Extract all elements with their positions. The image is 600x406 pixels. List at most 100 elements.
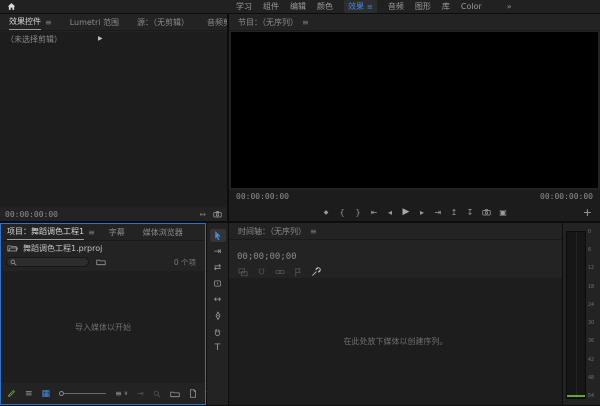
comparison-view-icon[interactable]: ▣ (499, 208, 507, 217)
search-box[interactable] (6, 257, 89, 267)
meter-label: 12 (588, 266, 597, 271)
search-input[interactable] (19, 258, 83, 266)
meter-label: 24 (588, 302, 597, 307)
tab-audio-clip-mixer[interactable]: 音频剪辑混合器 (198, 14, 227, 30)
go-to-in-icon[interactable]: ⇤ (370, 208, 378, 217)
step-back-icon[interactable]: ◂ (386, 208, 394, 217)
audio-meter-bars[interactable] (566, 231, 586, 399)
timeline-timecode[interactable]: 00;00;00;00 (237, 252, 297, 262)
program-timecode-row: 00:00:00:00 00:00:00:00 (229, 190, 600, 203)
workspace-tabs: 学习 组件 编辑 颜色 效果 ≡ 音频 图形 库 Color » (236, 0, 512, 13)
razor-tool[interactable] (210, 277, 226, 290)
ripple-edit-tool[interactable]: ⇄ (210, 261, 226, 274)
tab-program-monitor[interactable]: 节目：（无序列） ≡ (229, 14, 318, 30)
audio-meter-scale: 0 6 12 18 24 30 36 42 48 54 (588, 229, 599, 399)
mark-in-icon[interactable]: { (338, 208, 346, 217)
workspace-tab-assembly[interactable]: 组件 (263, 1, 279, 12)
program-video-area[interactable] (231, 32, 598, 188)
workspace-tab-graphics[interactable]: 图形 (415, 1, 431, 12)
tab-media-browser[interactable]: 媒体浏览器 (134, 224, 192, 240)
zoom-slider[interactable] (59, 391, 106, 396)
effect-controls-timecode: 00:00:00:00 (5, 210, 58, 219)
hand-tool[interactable] (210, 325, 226, 338)
tab-effect-controls[interactable]: 效果控件 ≡ (0, 14, 61, 30)
new-item-icon[interactable] (189, 389, 197, 398)
panel-menu-icon[interactable]: ≡ (88, 228, 95, 237)
item-count-label: 0 个项 (174, 257, 196, 268)
add-marker-icon[interactable]: ◆ (322, 209, 330, 216)
timeline-panel: 时间轴：（无序列） ≡ 00;00;00;00 在此处放 (229, 223, 562, 405)
meter-label: 42 (588, 357, 597, 362)
lift-icon[interactable]: ↥ (450, 208, 458, 217)
pen-tool[interactable] (210, 309, 226, 322)
search-icon (10, 259, 17, 266)
list-view-icon[interactable]: ≡ (25, 389, 33, 399)
linked-selection-icon[interactable] (275, 268, 285, 276)
export-frame-icon[interactable] (482, 208, 491, 216)
home-icon (7, 2, 16, 11)
tab-lumetri-scopes[interactable]: Lumetri 范围 (61, 14, 128, 30)
workspace-tab-effects[interactable]: 效果 ≡ (344, 0, 377, 13)
no-clip-label: （未选择剪辑） (6, 34, 62, 45)
go-to-out-icon[interactable]: ⇥ (434, 208, 442, 217)
slip-tool[interactable]: ↔ (210, 293, 226, 306)
find-icon[interactable] (153, 390, 161, 398)
nest-toggle-icon[interactable] (238, 268, 248, 277)
project-toolbar: ≡ ▦ ≡ ∨ ⇥ (1, 383, 205, 404)
track-select-forward-tool[interactable]: ⇥ (210, 245, 226, 258)
sort-icon: ≡ (115, 389, 122, 398)
project-writable-icon[interactable] (7, 389, 16, 398)
effect-controls-statusbar: 00:00:00:00 ↔ (0, 207, 227, 221)
icon-view-icon[interactable]: ▦ (42, 389, 51, 399)
workspace-tab-color[interactable]: 颜色 (317, 1, 333, 12)
panel-menu-icon[interactable]: ≡ (45, 18, 52, 27)
workspace-tab-audio[interactable]: 音频 (388, 1, 404, 12)
meter-level-indicator (567, 395, 585, 397)
button-editor-icon[interactable]: + (583, 203, 592, 221)
panel-menu-icon[interactable]: ≡ (302, 18, 309, 27)
project-root-row[interactable]: 舞蹈调色工程1.prproj (1, 241, 205, 255)
workspace-tab-editing[interactable]: 编辑 (290, 1, 306, 12)
scale-icon[interactable]: ↔ (199, 210, 206, 219)
project-search-row: 0 个项 (1, 255, 205, 269)
search-bin-icon[interactable] (96, 258, 106, 266)
type-tool[interactable]: T (210, 341, 226, 354)
automate-to-sequence-icon[interactable]: ⇥ (137, 389, 144, 398)
mark-out-icon[interactable]: } (354, 208, 362, 217)
workspace-tab-learn[interactable]: 学习 (236, 1, 252, 12)
effect-controls-tabbar: 效果控件 ≡ Lumetri 范围 源：（无剪辑） 音频剪辑混合器 (0, 14, 227, 31)
tab-captions[interactable]: 字幕 (100, 224, 134, 240)
panel-menu-icon[interactable]: ≡ (310, 227, 317, 236)
camera-icon[interactable] (213, 210, 222, 218)
timeline-settings-wrench-icon[interactable] (311, 267, 321, 277)
project-panel: 项目：舞蹈调色工程1 ≡ 字幕 媒体浏览器 舞蹈调色工程1.prproj 0 个… (0, 223, 206, 405)
program-current-timecode[interactable]: 00:00:00:00 (236, 192, 289, 201)
tools-panel: ⇥ ⇄ ↔ T (207, 223, 228, 405)
zoom-slider-track (64, 393, 106, 394)
workspace-overflow-icon[interactable]: » (507, 2, 512, 11)
home-button[interactable] (0, 0, 22, 13)
project-content-area[interactable]: 导入媒体以开始 (1, 271, 205, 383)
tab-source-monitor[interactable]: 源：（无剪辑） (128, 14, 198, 30)
play-icon[interactable]: ▶ (402, 207, 410, 217)
workspace-tab-effects-label: 效果 (348, 1, 364, 12)
meter-label: 54 (588, 394, 597, 399)
workspace-tab-color-custom[interactable]: Color (461, 2, 482, 11)
folder-open-icon (7, 244, 18, 252)
step-forward-icon[interactable]: ▸ (418, 208, 426, 217)
meter-label: 6 (588, 248, 597, 253)
timeline-drop-area[interactable]: 在此处放下媒体以创建序列。 (229, 278, 562, 405)
snap-icon[interactable] (257, 268, 266, 277)
timeline-add-marker-icon[interactable] (294, 268, 302, 277)
meter-label: 48 (588, 375, 597, 380)
workspace-tab-libraries[interactable]: 库 (442, 1, 450, 12)
tab-project[interactable]: 项目：舞蹈调色工程1 ≡ (1, 224, 100, 240)
selection-tool[interactable] (210, 229, 226, 242)
tab-timeline[interactable]: 时间轴：（无序列） ≡ (229, 223, 326, 239)
effect-controls-panel: 效果控件 ≡ Lumetri 范围 源：（无剪辑） 音频剪辑混合器 （未选择剪辑… (0, 14, 227, 221)
extract-icon[interactable]: ↧ (466, 208, 474, 217)
sort-icons-button[interactable]: ≡ ∨ (115, 389, 128, 398)
workspace-menu-icon[interactable]: ≡ (367, 3, 373, 11)
new-bin-icon[interactable] (170, 390, 180, 398)
chevron-right-icon[interactable]: ▶ (98, 35, 103, 42)
